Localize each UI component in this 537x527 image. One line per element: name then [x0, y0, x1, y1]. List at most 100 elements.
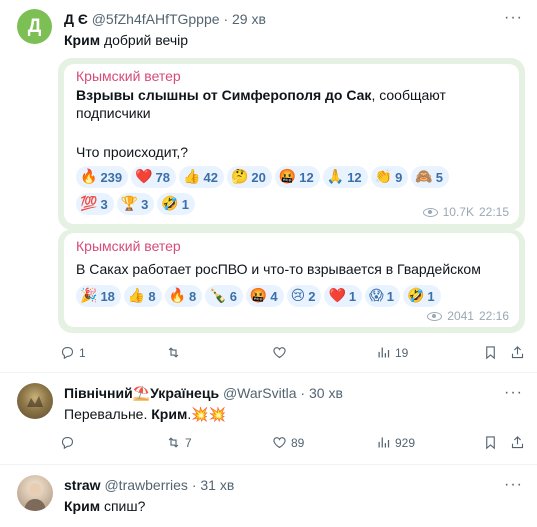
- like-button[interactable]: [272, 345, 291, 360]
- heart-icon: [273, 347, 286, 359]
- heart-icon: [273, 437, 286, 449]
- eye-icon: [422, 207, 438, 217]
- reaction-pill: 🤬 12: [274, 166, 320, 188]
- headline-bold: Взрывы слышны от Симферополя до Сак: [76, 87, 372, 103]
- author-name[interactable]: straw: [64, 477, 101, 493]
- views-button[interactable]: 19: [376, 345, 408, 360]
- reply-button[interactable]: [60, 435, 79, 450]
- reaction-count: 4: [270, 288, 278, 304]
- reaction-count: 42: [203, 169, 218, 185]
- bookmark-button[interactable]: [483, 345, 498, 360]
- reply-count: 1: [79, 345, 86, 360]
- author-handle[interactable]: @5fZh4fAHfTGpppe: [92, 11, 220, 27]
- more-options-icon[interactable]: ···: [504, 384, 523, 402]
- reaction-emoji-icon: 💯: [80, 196, 98, 212]
- telegram-screenshot-2[interactable]: Крымский ветер В Саках работает росПВО и…: [58, 229, 525, 333]
- reaction-pill: 🙈 5: [411, 166, 450, 188]
- timestamp[interactable]: 30 хв: [309, 385, 343, 401]
- reaction-pill: 🤔 20: [226, 166, 272, 188]
- more-options-icon[interactable]: ···: [504, 476, 523, 494]
- channel-name: Крымский ветер: [76, 238, 181, 254]
- hashtag-crimea[interactable]: Крим: [151, 406, 187, 422]
- separator-dot: ·: [300, 385, 306, 401]
- reaction-emoji-icon: ❤️: [135, 169, 153, 185]
- reaction-pill: 😱 1: [365, 285, 400, 307]
- like-button[interactable]: 89: [272, 435, 304, 450]
- telegram-screenshot-1[interactable]: Крымский ветер Взрывы слышны от Симфероп…: [58, 58, 525, 230]
- author-name[interactable]: Північний⛱️Українець: [64, 385, 219, 401]
- reaction-count: 2: [308, 288, 316, 304]
- tweet-1[interactable]: Д Д Є @5fZh4fAHfTGpppe · 29 хв ··· Крим …: [0, 0, 537, 372]
- tweet-text-rest: спиш?: [100, 498, 146, 514]
- more-options-icon[interactable]: ···: [504, 9, 523, 27]
- tweet-text: Крим добрий вечір: [64, 32, 188, 49]
- reactions-row: 🎉 18 👍 8 🔥 8 🍾 6 🤬 4 😢 2 ❤️ 1 😱 1 🤣 1: [76, 285, 441, 307]
- reaction-emoji-icon: 👍: [183, 169, 201, 185]
- views-count: 929: [395, 435, 416, 450]
- reaction-emoji-icon: 🤣: [406, 288, 425, 304]
- views-button[interactable]: 929: [376, 435, 415, 450]
- message-time: 22:16: [478, 309, 509, 323]
- avatar[interactable]: [17, 475, 53, 511]
- reaction-count: 3: [141, 196, 149, 212]
- reaction-pill: 💯 3: [76, 193, 114, 215]
- tweet-text-rest: добрий вечір: [100, 32, 189, 48]
- timestamp[interactable]: 29 хв: [232, 11, 266, 27]
- timestamp[interactable]: 31 хв: [200, 477, 234, 493]
- reply-icon: [61, 346, 74, 360]
- reaction-pill: 🏆 3: [116, 193, 155, 215]
- views-count: 19: [395, 345, 409, 360]
- reaction-count: 1: [427, 288, 435, 304]
- share-button[interactable]: [510, 345, 525, 360]
- analytics-icon: [378, 437, 390, 448]
- reaction-count: 1: [386, 288, 394, 304]
- author-handle[interactable]: @WarSvitla: [223, 385, 297, 401]
- reaction-emoji-icon: 🎉: [80, 288, 98, 304]
- hashtag-crimea[interactable]: Крим: [64, 498, 100, 514]
- message-headline: Взрывы слышны от Симферополя до Сак, соо…: [76, 87, 446, 104]
- tweet-3[interactable]: straw @trawberries · 31 хв ··· Крим спиш…: [0, 465, 537, 527]
- reaction-pill: 🔥 8: [164, 285, 203, 307]
- hashtag-crimea[interactable]: Крим: [64, 32, 100, 48]
- reaction-emoji-icon: 🍾: [209, 288, 227, 304]
- message-line2: подписчики: [76, 105, 151, 121]
- reaction-count: 8: [148, 288, 156, 304]
- tweet-header: straw @trawberries · 31 хв: [64, 477, 234, 494]
- reaction-emoji-icon: 🤬: [278, 169, 297, 185]
- reaction-count: 1: [181, 196, 190, 212]
- message-meta: 2041 22:16: [427, 309, 509, 323]
- tweet-text-pre: Перевальне.: [64, 406, 152, 422]
- reaction-pill: ❤️ 78: [131, 166, 177, 188]
- tweet-2[interactable]: Північний⛱️Українець @WarSvitla · 30 хв …: [0, 373, 537, 464]
- reaction-pill: ❤️ 1: [324, 285, 363, 307]
- avatar[interactable]: [17, 383, 53, 419]
- retweet-button[interactable]: [166, 345, 185, 360]
- reaction-emoji-icon: 👍: [127, 288, 146, 304]
- retweet-button[interactable]: 7: [166, 435, 192, 450]
- reaction-emoji-icon: 🔥: [80, 169, 98, 185]
- reaction-pill: 👍 42: [179, 166, 224, 188]
- reaction-count: 12: [347, 169, 362, 185]
- reaction-count: 12: [299, 169, 314, 185]
- reply-button[interactable]: 1: [60, 345, 86, 360]
- bookmark-button[interactable]: [483, 435, 498, 450]
- reaction-pill: 🔥 239: [76, 166, 129, 188]
- message-meta: 10.7K 22:15: [422, 205, 509, 219]
- reaction-count: 6: [229, 288, 237, 304]
- eye-icon: [427, 311, 443, 321]
- tweet-text-post: .💥💥: [187, 406, 227, 422]
- reaction-pill: 🎉 18: [76, 285, 121, 307]
- reaction-count: 20: [251, 169, 266, 185]
- retweet-icon: [168, 347, 179, 358]
- reaction-emoji-icon: 🔥: [168, 288, 187, 304]
- reactions-row-1: 🔥 239 ❤️ 78 👍 42 🤔 20 🤬 12 🙏 12 👏 9 🙈 5: [76, 166, 450, 188]
- reaction-count: 8: [189, 288, 197, 304]
- avatar[interactable]: Д: [17, 9, 52, 44]
- author-name[interactable]: Д Є: [64, 11, 88, 27]
- reaction-pill: 👍 8: [123, 285, 162, 307]
- message-time: 22:15: [478, 205, 509, 219]
- retweet-icon: [168, 437, 179, 448]
- reaction-emoji-icon: 🤔: [230, 169, 249, 185]
- author-handle[interactable]: @trawberries: [104, 477, 187, 493]
- share-button[interactable]: [510, 435, 525, 450]
